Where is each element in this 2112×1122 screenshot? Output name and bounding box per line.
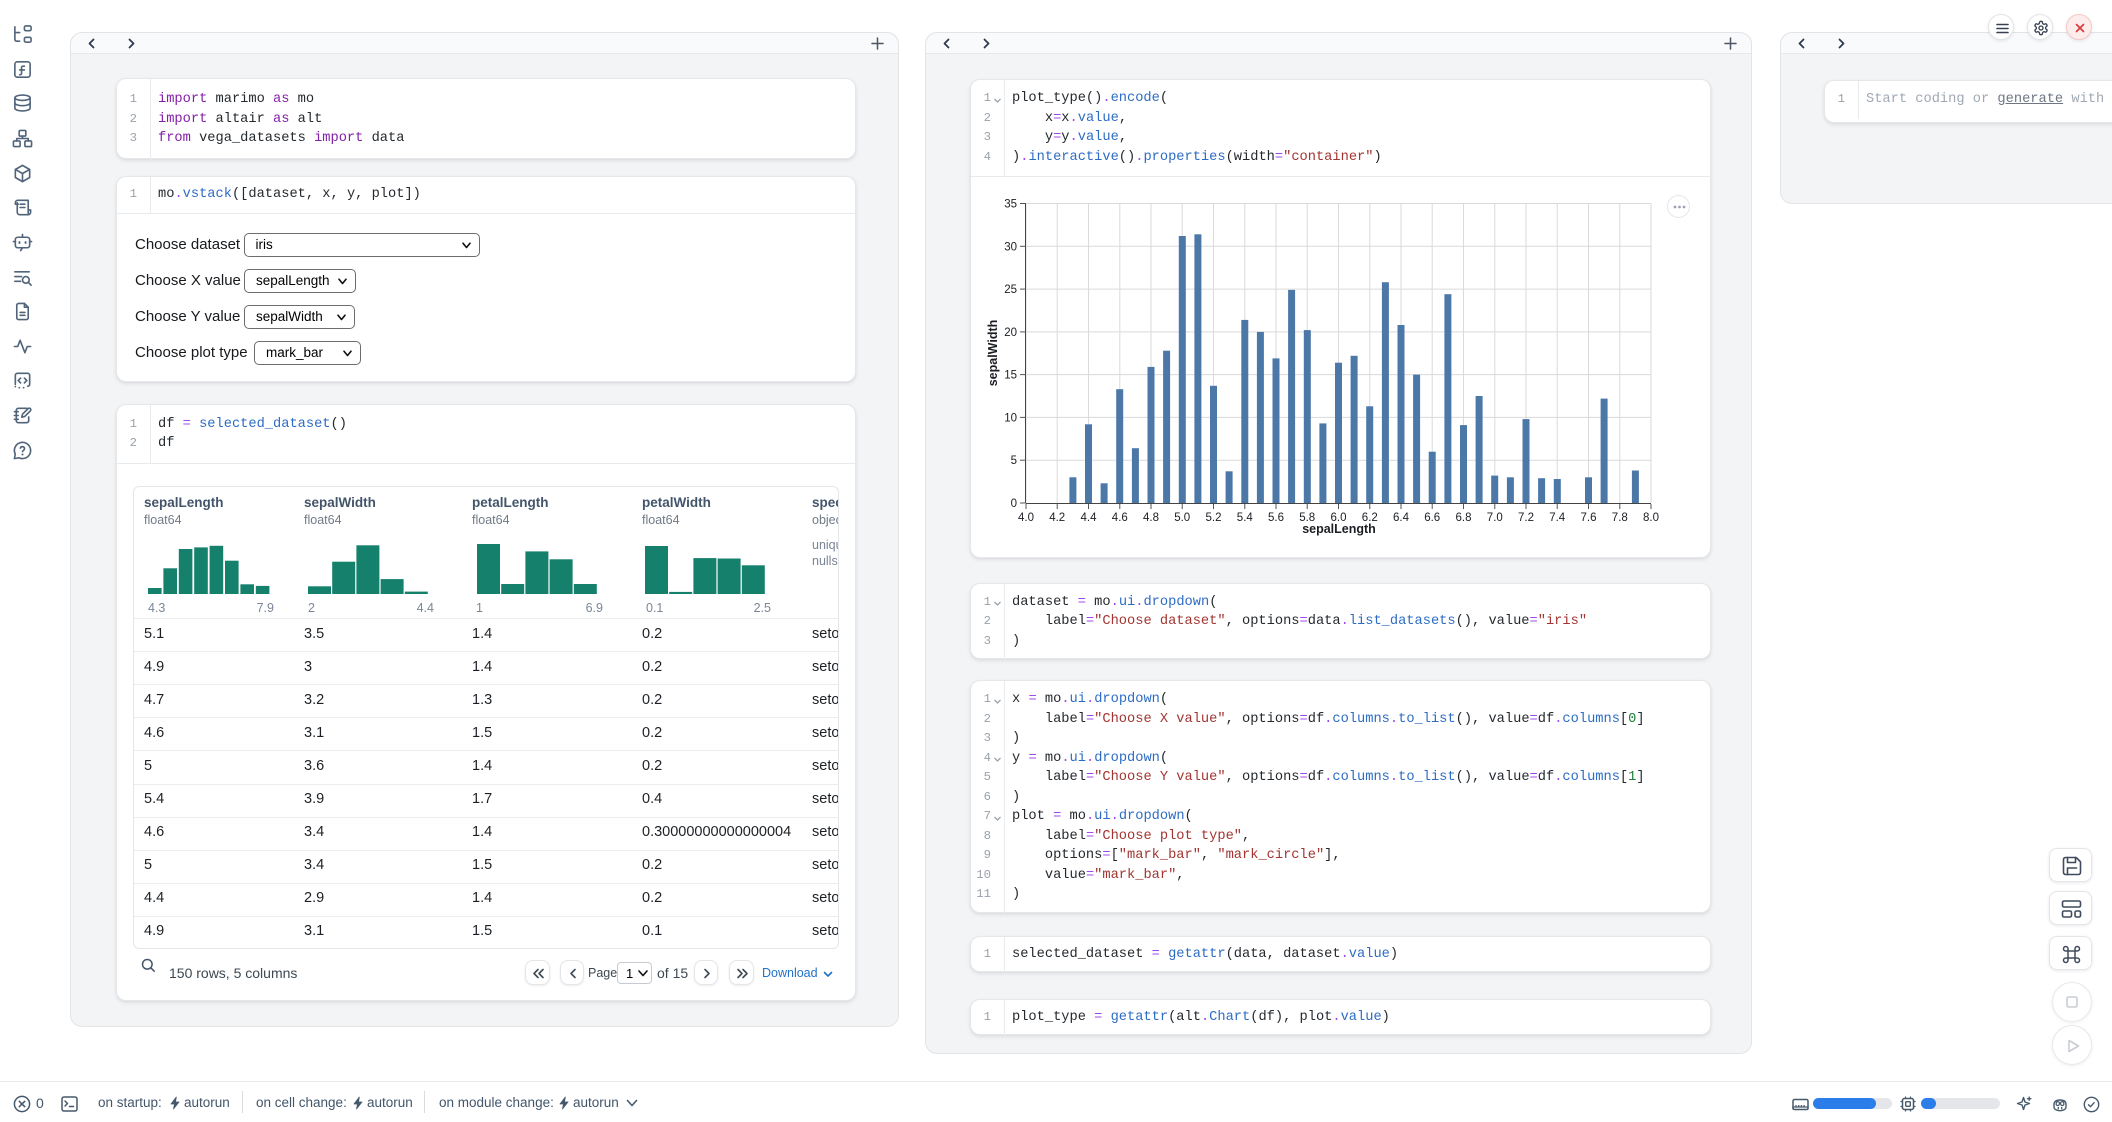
svg-text:35: 35	[1004, 199, 1017, 211]
svg-text:sepalLength: sepalLength	[1302, 522, 1376, 536]
svg-text:5.6: 5.6	[1268, 512, 1284, 524]
svg-text:5: 5	[1011, 455, 1017, 467]
svg-text:6.4: 6.4	[1393, 512, 1410, 524]
svg-text:6.6: 6.6	[1424, 512, 1440, 524]
svg-text:4.6: 4.6	[1112, 512, 1128, 524]
svg-text:4.8: 4.8	[1143, 512, 1159, 524]
svg-text:7.6: 7.6	[1581, 512, 1597, 524]
svg-text:6.8: 6.8	[1456, 512, 1472, 524]
svg-text:7.4: 7.4	[1549, 512, 1566, 524]
svg-text:sepalWidth: sepalWidth	[986, 320, 1000, 387]
svg-text:25: 25	[1004, 284, 1017, 296]
svg-text:7.8: 7.8	[1612, 512, 1628, 524]
svg-text:20: 20	[1004, 327, 1017, 339]
svg-text:5.2: 5.2	[1206, 512, 1222, 524]
svg-text:4.2: 4.2	[1049, 512, 1065, 524]
svg-text:7.2: 7.2	[1518, 512, 1534, 524]
svg-text:10: 10	[1004, 412, 1017, 424]
svg-text:4.4: 4.4	[1081, 512, 1098, 524]
svg-text:5.0: 5.0	[1174, 512, 1190, 524]
svg-text:4.0: 4.0	[1018, 512, 1034, 524]
svg-text:30: 30	[1004, 241, 1017, 253]
svg-text:7.0: 7.0	[1487, 512, 1503, 524]
svg-text:15: 15	[1004, 370, 1017, 382]
svg-text:5.4: 5.4	[1237, 512, 1254, 524]
svg-text:0: 0	[1011, 498, 1017, 510]
svg-text:8.0: 8.0	[1643, 512, 1659, 524]
